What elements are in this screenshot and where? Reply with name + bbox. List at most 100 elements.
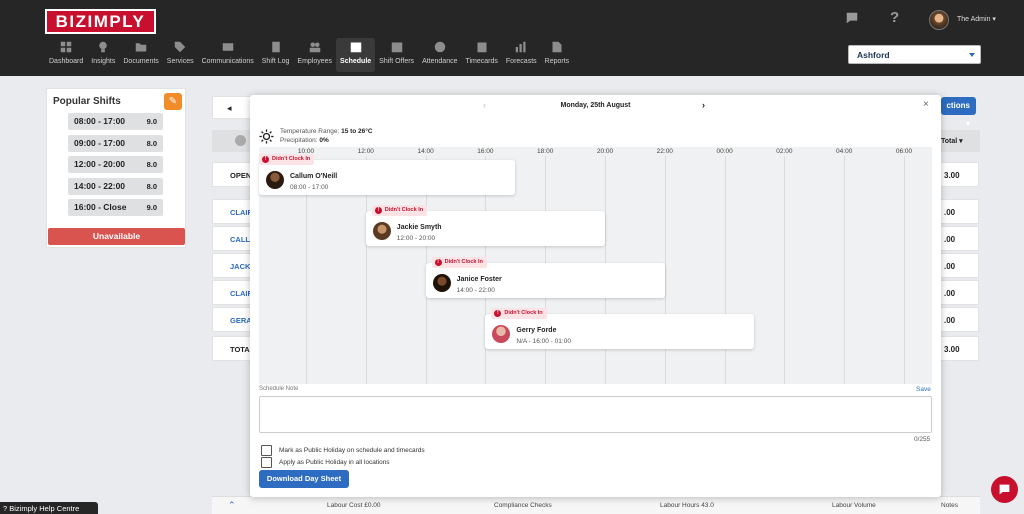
employee-name: Gerry Forde [516, 327, 557, 334]
help-icon[interactable]: ? [890, 9, 904, 26]
calendar-check-icon [379, 41, 414, 55]
live-chat-button[interactable] [991, 476, 1018, 503]
week-nav[interactable]: ◂ [212, 96, 252, 119]
public-holiday-label[interactable]: Mark as Public Holiday on schedule and t… [279, 447, 425, 454]
calendar-icon [340, 41, 371, 55]
chevron-up-icon[interactable]: ⌃ [228, 500, 236, 511]
lock-icon[interactable] [235, 135, 246, 146]
popular-shift-item[interactable]: 16:00 - Close 9.0 [68, 199, 163, 216]
didnt-clock-in-badge: ! Didn't Clock In [491, 308, 547, 319]
edit-popular-shifts-button[interactable]: ✎ [164, 93, 182, 110]
nav-employees[interactable]: Employees [293, 38, 336, 72]
employee-row-total: .00 [939, 253, 979, 278]
nav-attendance[interactable]: Attendance [418, 38, 461, 72]
employee-row-name[interactable]: GERAI [212, 307, 254, 332]
nav-shift-log[interactable]: Shift Log [258, 38, 294, 72]
all-locations-label[interactable]: Apply as Public Holiday in all locations [279, 459, 390, 466]
total-column-header[interactable]: Total ▾ [941, 137, 963, 145]
user-menu[interactable]: The Admin ▾ [957, 15, 996, 23]
nav-label: Employees [297, 58, 333, 65]
alert-icon: ! [374, 207, 382, 214]
nav-label: Schedule [340, 58, 372, 65]
labour-volume: Labour Volume [832, 502, 876, 509]
employee-row-name[interactable]: TOTA [212, 336, 252, 361]
nav-insights[interactable]: Insights [87, 38, 119, 72]
users-icon [297, 41, 332, 55]
timeline-grid-line [784, 156, 786, 384]
nav-label: Timecards [465, 58, 498, 65]
shift-card[interactable]: ! Didn't Clock In Callum O'Neill 08:00 - 17… [259, 154, 516, 195]
alert-icon: ! [262, 156, 269, 163]
notes-label[interactable]: Notes [941, 502, 958, 509]
shift-card[interactable]: ! Didn't Clock In Jackie Smyth 12:00 - 20:0… [365, 205, 605, 246]
employee-row-name[interactable]: CLAIR [212, 280, 253, 305]
employee-row-name[interactable]: CALLU [212, 226, 255, 251]
employee-row-total: .00 [939, 307, 979, 332]
next-day-button[interactable]: › [702, 100, 705, 110]
save-note-link[interactable]: Save [916, 386, 931, 393]
help-centre-label: Bizimply Help Centre [9, 504, 80, 513]
employee-row-name[interactable]: JACKI [212, 253, 253, 278]
user-avatar[interactable] [929, 10, 949, 30]
close-modal-button[interactable]: × [923, 99, 929, 110]
top-navigation-bar: BIZIMPLY Dashboard Insights Documents Servi… [0, 0, 1024, 76]
popular-shift-item[interactable]: 08:00 - 17:00 9.0 [68, 113, 163, 130]
employee-row-total: .00 [939, 199, 979, 224]
nav-shift-offers[interactable]: Shift Offers [375, 38, 418, 72]
employee-row-total: .00 [939, 280, 979, 305]
nav-label: Shift Log [261, 58, 290, 65]
timeline-hour-label: 16:00 [477, 148, 494, 155]
timeline-hour-label: 18:00 [537, 148, 554, 155]
employee-row-name[interactable]: OPEN [212, 162, 252, 187]
nav-timecards[interactable]: Timecards [461, 38, 501, 72]
badge-label: Didn't Clock In [504, 310, 543, 316]
nav-dashboard[interactable]: Dashboard [45, 38, 87, 72]
popular-shift-item[interactable]: 09:00 - 17:00 8.0 [68, 134, 163, 152]
shift-card[interactable]: ! Didn't Clock In Gerry Forde N/A - 16:00 -… [485, 308, 755, 349]
nav-label: Attendance [422, 58, 458, 65]
help-centre-button[interactable]: ? Bizimply Help Centre [0, 502, 98, 514]
actions-button[interactable]: ctions ▾ [941, 97, 976, 128]
nav-documents[interactable]: Documents [119, 38, 162, 72]
public-holiday-checkbox[interactable] [261, 445, 272, 456]
unavailable-button[interactable]: Unavailable [48, 228, 185, 245]
nav-communications[interactable]: Communications [198, 38, 258, 72]
nav-schedule[interactable]: Schedule [336, 38, 376, 72]
location-select[interactable]: Ashford [848, 45, 981, 64]
all-locations-checkbox[interactable] [261, 457, 272, 468]
timeline-hour-label: 20:00 [596, 148, 614, 155]
employee-avatar [266, 171, 284, 189]
nav-services[interactable]: Services [163, 38, 198, 72]
timeline-grid-line [904, 156, 905, 384]
nav-reports[interactable]: Reports [541, 38, 574, 72]
popular-shift-item[interactable]: 14:00 - 22:00 8.0 [68, 177, 163, 195]
modal-date-title: Monday, 25th August [560, 102, 631, 109]
shift-time-range: 14:00 - 22:00 [456, 287, 495, 294]
chevron-left-icon[interactable]: ◂ [227, 103, 232, 114]
labour-hours: Labour Hours 43.0 [660, 502, 714, 509]
shift-card[interactable]: ! Didn't Clock In Janice Foster 14:00 - 22:… [425, 257, 665, 298]
clock-icon [422, 41, 457, 55]
timeline-grid-line [724, 156, 726, 384]
chevron-down-icon [969, 53, 975, 57]
clipboard-icon [465, 41, 497, 55]
compliance-checks[interactable]: Compliance Checks [494, 502, 552, 509]
timeline-hour-label: 02:00 [776, 148, 793, 155]
didnt-clock-in-badge: ! Didn't Clock In [371, 205, 428, 216]
envelope-icon [202, 41, 254, 55]
download-day-sheet-button[interactable]: Download Day Sheet [259, 470, 349, 488]
employee-name: Callum O'Neill [290, 173, 338, 180]
lightbulb-icon [91, 41, 115, 55]
nav-forecasts[interactable]: Forecasts [502, 38, 541, 72]
employee-row-name[interactable]: CLAIR [212, 199, 253, 224]
popular-shift-item[interactable]: 12:00 - 20:00 8.0 [68, 156, 163, 173]
schedule-note-input[interactable] [259, 396, 932, 433]
employee-name: Janice Foster [456, 276, 502, 283]
chat-bubble-icon[interactable] [845, 11, 859, 25]
shift-hours: 9.0 [146, 117, 157, 126]
employee-row-total: .00 [939, 226, 979, 251]
shift-hours: 9.0 [146, 203, 157, 212]
nav-label: Reports [544, 58, 570, 65]
bizimply-logo[interactable]: BIZIMPLY [45, 9, 156, 34]
shift-hours: 8.0 [146, 138, 157, 148]
